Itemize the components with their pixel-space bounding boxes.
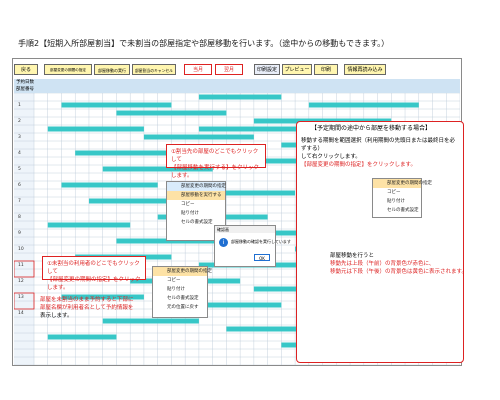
room-number-label: 1 <box>18 102 21 108</box>
room-label: 部屋番号 <box>16 87 34 92</box>
room-number-label: 6 <box>18 182 21 188</box>
booking-bar[interactable] <box>116 110 227 116</box>
callout-move-line1: ①割当先の部屋のどこでもクリックして <box>171 149 259 163</box>
panel-context-menu: 部屋変更の期間の指定 コピー 貼り付け セルの書式設定 <box>372 178 432 218</box>
note-unassigned: 部屋を未割当のまま予約すると下部に 部屋名欄が利用者名として予約情報を 表示しま… <box>40 296 134 320</box>
booking-bar[interactable] <box>47 126 144 132</box>
booking-bar[interactable] <box>61 102 172 108</box>
menu-item[interactable]: コピー <box>153 276 207 285</box>
panel-step2-line3: 移動元は下段（午後）の背景色は黄色に表示されます。 <box>330 269 467 275</box>
next-month-button[interactable]: 翌月 <box>215 64 243 75</box>
booking-bar[interactable] <box>47 334 117 340</box>
panel-step1-line2: して右クリックします。 <box>301 154 361 160</box>
dialog-ok-button[interactable]: OK <box>254 254 270 261</box>
calendar-header: 予約日数 部屋番号 <box>14 79 460 93</box>
room-number-label: 3 <box>18 134 21 140</box>
callout-move-line2: 【部屋移動を実行する】をクリックします。 <box>171 165 260 179</box>
menu-item[interactable]: コピー <box>167 200 225 209</box>
cancel-allocation-button[interactable]: 部屋割当のキャンセル <box>132 64 176 75</box>
page-title: 手順2【短期入所部屋割当】で未割当の部屋指定や部屋移動を行います。（途中からの移… <box>18 39 390 48</box>
callout-move-room: ①割当先の部屋のどこでもクリックして 【部屋移動を実行する】をクリックします。 <box>166 144 266 179</box>
panel-title: 【予定期間の途中から部屋を移動する場合】 <box>311 125 432 132</box>
print-setup-button[interactable]: 印刷設定 <box>254 64 280 75</box>
callout-period-select: ①未割当の利用者のどこでもクリックして 【部屋変更の期間の指定】をクリックします… <box>42 256 146 291</box>
room-number-label: 4 <box>18 150 21 156</box>
toolbar: 戻る 部屋変更の期間の指定 部屋移動の実行 部屋割当のキャンセル 当月 翌月 印… <box>14 64 460 78</box>
menu-item[interactable]: 部屋移動を実行する <box>167 191 225 200</box>
menu-item[interactable]: 元の位置に戻す <box>153 303 207 312</box>
booking-bar[interactable] <box>308 102 419 108</box>
room-number-label: 12 <box>18 278 24 284</box>
mid-period-move-panel: 【予定期間の途中から部屋を移動する場合】 移動する期間を範囲選択（利用期間の先頭… <box>296 121 464 363</box>
room-number-label: 10 <box>18 246 24 252</box>
dialog-title: 確認画 <box>215 226 275 233</box>
booking-bar[interactable] <box>61 182 158 188</box>
menu-item[interactable]: セルの書式設定 <box>373 206 421 215</box>
booking-bar[interactable] <box>198 94 282 100</box>
callout-period-line1: ①未割当の利用者のどこでもクリックして <box>47 261 140 275</box>
info-icon: i <box>219 238 228 247</box>
panel-step2-line1: 部屋移動を行うと <box>330 253 375 259</box>
menu-item[interactable]: 部屋変更の期間の指定 <box>167 182 226 191</box>
room-number-label: 7 <box>18 198 21 204</box>
room-number-label: 9 <box>18 230 21 236</box>
menu-item[interactable]: セルの書式設定 <box>153 294 207 303</box>
callout-period-line2: 【部屋変更の期間の指定】をクリックします。 <box>47 277 141 291</box>
room-move-button[interactable]: 部屋移動の実行 <box>94 64 130 75</box>
date-label: 予約日数 <box>16 80 34 85</box>
dialog-message: 部屋移動の確認を実行しています <box>231 239 291 244</box>
menu-item[interactable]: 部屋変更の期間の指定 <box>153 267 212 276</box>
context-menu-bottom: 部屋変更の期間の指定 コピー 貼り付け セルの書式設定 元の位置に戻す <box>152 266 212 318</box>
reload-button[interactable]: 情報再読み込み <box>344 64 386 75</box>
note-line3: 表示します。 <box>40 313 73 319</box>
current-month-button[interactable]: 当月 <box>184 64 212 75</box>
room-number-label: 11 <box>18 262 24 268</box>
room-number-label: 2 <box>18 118 21 124</box>
panel-step1-line1: 移動する期間を範囲選択（利用期間の先頭日または最終日を必ずする） <box>301 138 456 152</box>
menu-item[interactable]: 貼り付け <box>167 209 225 218</box>
panel-step1-line3: 【部屋変更の期間の指定】をクリックします。 <box>301 162 416 168</box>
note-line2: 部屋名欄が利用者名として予約情報を <box>40 305 134 311</box>
menu-item[interactable]: 貼り付け <box>153 285 207 294</box>
menu-item[interactable]: 部屋変更の期間の指定 <box>373 179 432 188</box>
booking-bar[interactable] <box>143 134 254 140</box>
preview-button[interactable]: プレビュー <box>282 64 312 75</box>
panel-step2: 部屋移動を行うと 移動先は上段（午前）の背景色が赤色に、 移動元は下段（午後）の… <box>330 252 467 276</box>
panel-step2-line2: 移動先は上段（午前）の背景色が赤色に、 <box>330 261 435 267</box>
menu-item[interactable]: コピー <box>373 188 421 197</box>
room-number-label: 5 <box>18 166 21 172</box>
menu-item[interactable]: 貼り付け <box>373 197 421 206</box>
room-number-label: 14 <box>18 310 24 316</box>
print-button[interactable]: 印刷 <box>314 64 338 75</box>
confirm-dialog: 確認画 i 部屋移動の確認を実行しています OK <box>214 225 291 267</box>
room-number-label: 13 <box>18 294 24 300</box>
period-select-button[interactable]: 部屋変更の期間の指定 <box>44 64 92 75</box>
room-number-label: 8 <box>18 214 21 220</box>
note-line1: 部屋を未割当のまま予約すると下部に <box>40 297 134 303</box>
back-button[interactable]: 戻る <box>14 64 38 75</box>
booking-bar[interactable] <box>47 222 131 228</box>
